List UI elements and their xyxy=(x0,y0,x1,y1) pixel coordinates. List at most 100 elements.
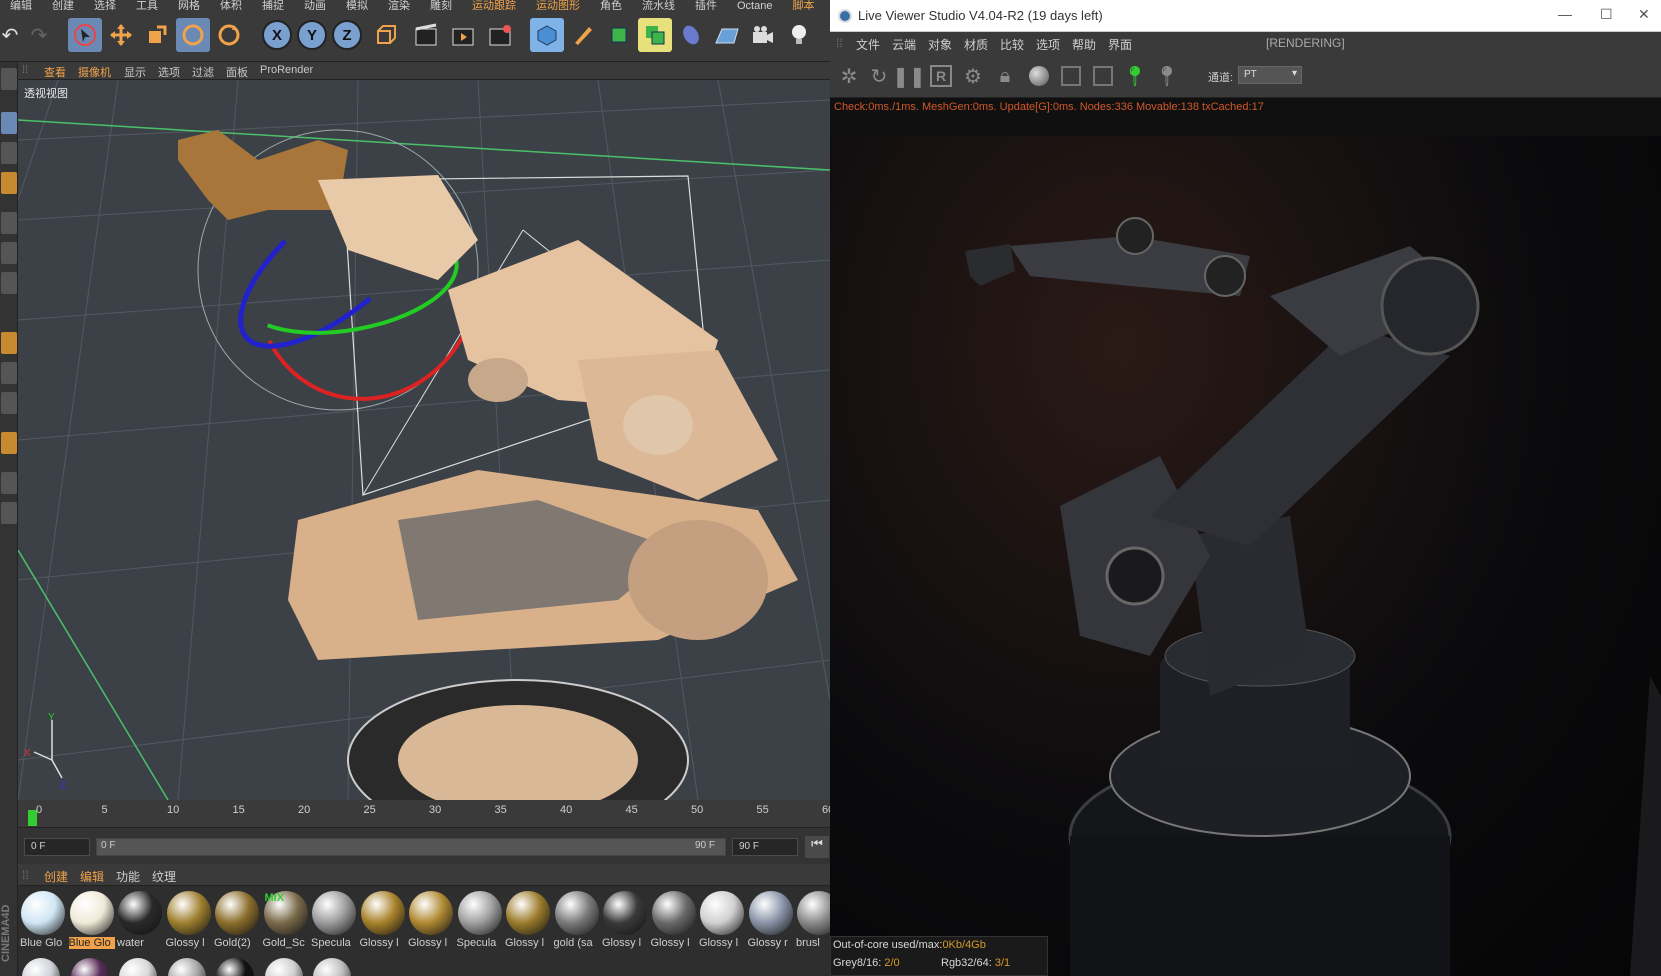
material-swatch[interactable]: Glossy l xyxy=(651,890,697,952)
c4d-menu-item[interactable]: 工具 xyxy=(136,0,158,10)
render-settings-icon[interactable] xyxy=(484,18,518,52)
model-mode-icon[interactable] xyxy=(1,112,17,134)
material-swatch[interactable]: Glossy r xyxy=(748,890,794,952)
lv-menu-interface[interactable]: 界面 xyxy=(1108,36,1132,53)
c4d-menu-item[interactable]: 动画 xyxy=(304,0,326,10)
c4d-menu-item[interactable]: 渲染 xyxy=(388,0,410,10)
lv-menu-cloud[interactable]: 云端 xyxy=(892,36,916,53)
floor-icon[interactable] xyxy=(710,18,744,52)
material-swatch[interactable]: Glossy l xyxy=(408,890,454,952)
edges-mode-icon[interactable] xyxy=(1,242,17,264)
c4d-menu-item[interactable]: 编辑 xyxy=(10,0,32,10)
perspective-viewport[interactable]: Y X Z 透视视图 xyxy=(18,80,830,800)
light-icon[interactable] xyxy=(782,18,816,52)
viewport-menu-options[interactable]: 选项 xyxy=(158,64,180,80)
lock-icon[interactable] xyxy=(1,472,17,494)
lv-menu-help[interactable]: 帮助 xyxy=(1072,36,1096,53)
rotate-icon[interactable] xyxy=(176,18,210,52)
minimize-button[interactable]: — xyxy=(1558,6,1572,22)
material-swatch[interactable]: Specula xyxy=(311,890,357,952)
axis-icon[interactable] xyxy=(1,332,17,354)
material-swatch[interactable]: MIX Gold_Sc xyxy=(263,890,309,952)
end-frame-field[interactable]: 90 F xyxy=(732,838,798,856)
undo-icon[interactable]: ↶ xyxy=(0,18,20,52)
select-icon[interactable] xyxy=(68,18,102,52)
material-swatch[interactable] xyxy=(216,958,254,976)
timeline-ruler[interactable]: 0 5 10 15 20 25 30 35 40 45 50 55 60 xyxy=(18,800,834,828)
material-swatch[interactable]: brusl xyxy=(796,890,830,952)
refresh-icon[interactable]: ↻ xyxy=(866,63,892,89)
material-swatch[interactable]: water xyxy=(117,890,163,952)
render-picture-queue-icon[interactable] xyxy=(447,18,481,52)
brush-icon[interactable]: ✲ xyxy=(836,63,862,89)
tweak-icon[interactable] xyxy=(1,362,17,384)
material-swatch[interactable] xyxy=(22,958,60,976)
material-swatch[interactable]: Blue Glo xyxy=(20,890,66,952)
c4d-menu-item[interactable]: 选择 xyxy=(94,0,116,10)
viewport-menu-view[interactable]: 查看 xyxy=(44,64,66,80)
material-swatch[interactable]: Glossy l xyxy=(166,890,212,952)
range-slider[interactable]: 0 F 90 F xyxy=(96,838,726,856)
coord-system-icon[interactable] xyxy=(368,18,402,52)
material-swatch[interactable]: Glossy l xyxy=(602,890,648,952)
points-mode-icon[interactable] xyxy=(1,212,17,234)
viewport-menu-display[interactable]: 显示 xyxy=(124,64,146,80)
r-icon[interactable]: R xyxy=(930,65,952,87)
material-swatch[interactable]: Gold(2) xyxy=(214,890,260,952)
c4d-menu-item[interactable]: 捕捉 xyxy=(262,0,284,10)
pin-m-icon[interactable]: 📍︎ xyxy=(1154,63,1180,89)
lv-menu-materials[interactable]: 材质 xyxy=(964,36,988,53)
c4d-menu-item[interactable]: 角色 xyxy=(600,0,622,10)
c4d-menu-item[interactable]: Octane xyxy=(737,0,772,10)
lock-icon[interactable]: 🔒︎ xyxy=(992,63,1018,89)
workplane-icon[interactable] xyxy=(1,432,17,454)
pause-icon[interactable]: ❚❚ xyxy=(892,63,926,89)
c4d-menu-item[interactable]: 流水线 xyxy=(642,0,675,10)
maximize-button[interactable]: ☐ xyxy=(1600,6,1613,23)
viewport-menu-filter[interactable]: 过滤 xyxy=(192,64,214,80)
render-output[interactable] xyxy=(830,136,1661,976)
material-swatch[interactable]: Specula xyxy=(457,890,503,952)
c4d-menu-item[interactable]: 插件 xyxy=(695,0,717,10)
material-swatch[interactable] xyxy=(167,958,206,976)
sphere-icon[interactable] xyxy=(1026,63,1052,89)
texture-mode-icon[interactable] xyxy=(1,172,17,194)
material-swatch[interactable]: Glossy l xyxy=(360,890,406,952)
material-menu-texture[interactable]: 纹理 xyxy=(152,868,176,885)
c4d-menu-item[interactable]: 创建 xyxy=(52,0,74,10)
material-swatch[interactable] xyxy=(264,958,303,976)
c4d-menu-item[interactable]: 体积 xyxy=(220,0,242,10)
material-menu-edit[interactable]: 编辑 xyxy=(80,868,104,885)
scale-icon[interactable] xyxy=(140,18,174,52)
material-swatch[interactable] xyxy=(313,958,351,976)
close-button[interactable]: ✕ xyxy=(1638,6,1650,23)
c4d-menu-item[interactable]: 运动跟踪 xyxy=(472,0,516,10)
c4d-menu-item[interactable]: 网格 xyxy=(178,0,200,10)
move-icon[interactable] xyxy=(104,18,138,52)
viewport-menu-panel[interactable]: 面板 xyxy=(226,64,248,80)
redo-icon[interactable]: ↷ xyxy=(22,18,56,52)
render-view-icon[interactable] xyxy=(410,18,444,52)
lv-menu-file[interactable]: 文件 xyxy=(856,36,880,53)
material-swatch[interactable]: Glossy l xyxy=(505,890,551,952)
snap-icon[interactable] xyxy=(1,392,17,414)
rotate-alt-icon[interactable] xyxy=(212,18,246,52)
lv-menu-objects[interactable]: 对象 xyxy=(928,36,952,53)
polygons-mode-icon[interactable] xyxy=(1,272,17,294)
grid-icon[interactable] xyxy=(1,502,17,524)
c4d-menu-item[interactable]: 运动图形 xyxy=(536,0,580,10)
palette-icon[interactable] xyxy=(1,68,17,90)
deformer-icon[interactable] xyxy=(674,18,708,52)
pen-icon[interactable] xyxy=(566,18,600,52)
subdivision-icon[interactable] xyxy=(602,18,636,52)
material-swatch[interactable]: Blue Glo xyxy=(68,890,115,952)
channel-select[interactable]: PT ▾ xyxy=(1238,66,1302,84)
material-swatch[interactable]: Glossy l xyxy=(699,890,745,952)
material-swatch[interactable] xyxy=(119,958,157,976)
viewport-menu-prorender[interactable]: ProRender xyxy=(260,64,313,76)
c4d-menu-item[interactable]: 脚本 xyxy=(792,0,814,10)
c4d-menu-item[interactable]: 模拟 xyxy=(346,0,368,10)
current-frame-field[interactable]: 0 F xyxy=(24,838,90,856)
material-menu-create[interactable]: 创建 xyxy=(44,868,68,885)
material-menu-function[interactable]: 功能 xyxy=(116,868,140,885)
